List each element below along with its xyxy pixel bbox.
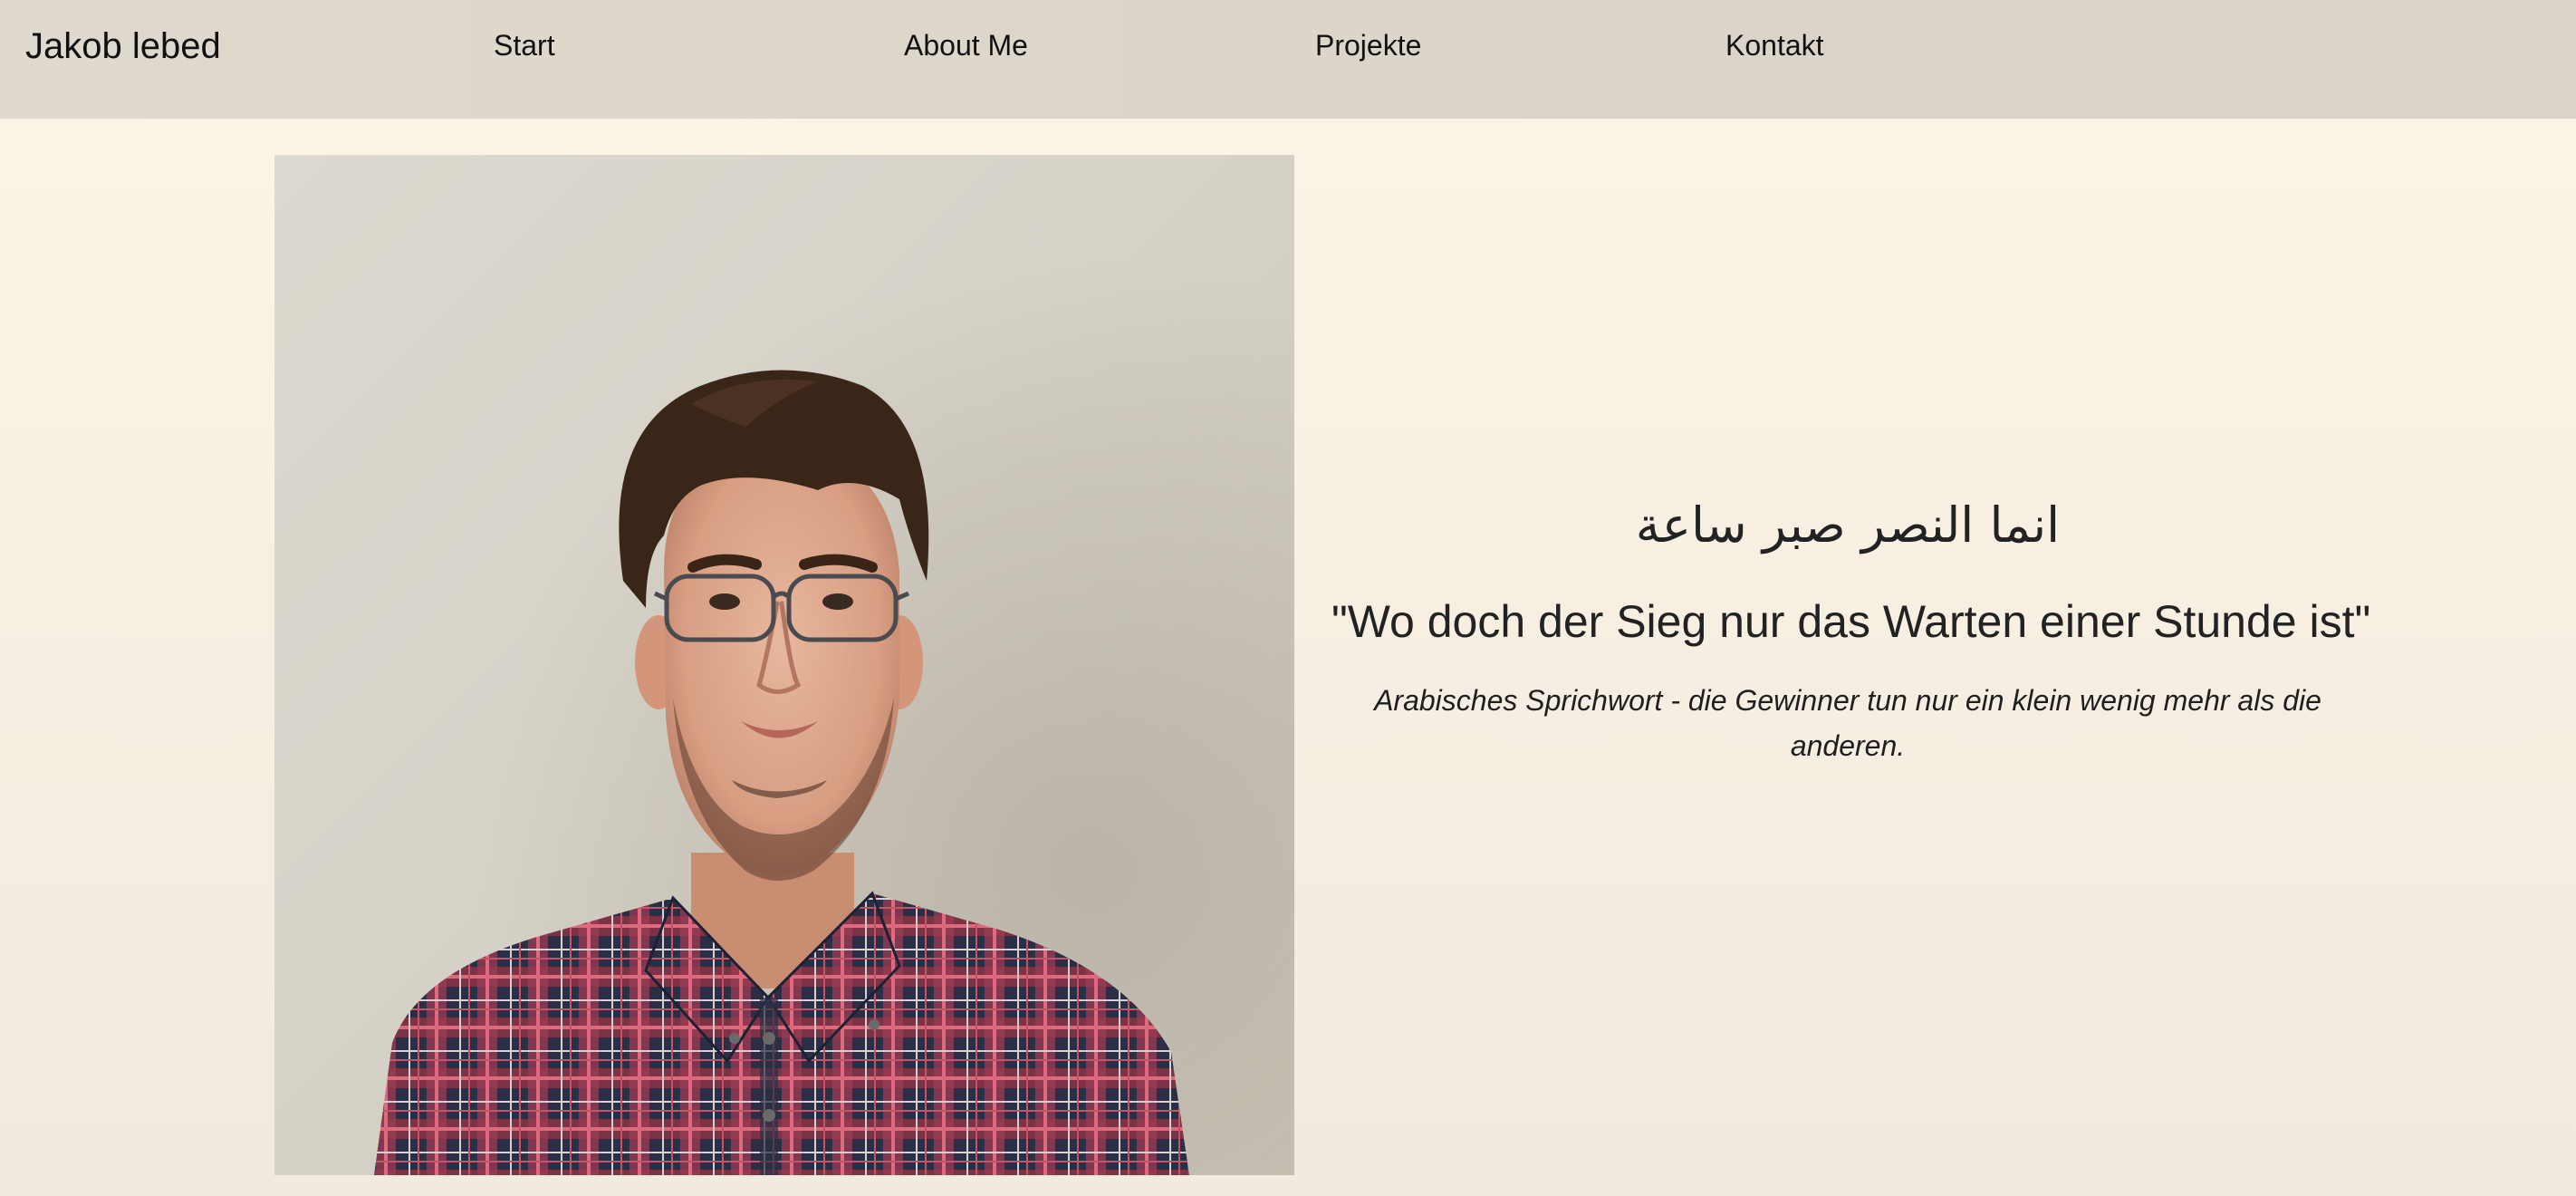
profile-photo (274, 155, 1294, 1175)
quote-caption: Arabisches Sprichwort - die Gewinner tun… (1374, 684, 2321, 762)
nav-link-start[interactable]: Start (494, 27, 555, 63)
top-navbar: Jakob lebed Start About Me Projekte Kont… (0, 0, 2576, 119)
quote-section: انما النصر صبر ساعة "Wo doch der Sieg nu… (1331, 489, 2371, 768)
nav-link-contact[interactable]: Kontakt (1725, 27, 1824, 63)
nav-link-projects[interactable]: Projekte (1315, 27, 1421, 63)
arabic-quote: انما النصر صبر ساعة (1635, 497, 2061, 554)
profile-photo-illustration (274, 155, 1294, 1175)
brand-link[interactable]: Jakob lebed (25, 24, 221, 68)
nav-link-about-me[interactable]: About Me (904, 27, 1028, 63)
german-quote: "Wo doch der Sieg nur das Warten einer S… (1331, 596, 2371, 647)
